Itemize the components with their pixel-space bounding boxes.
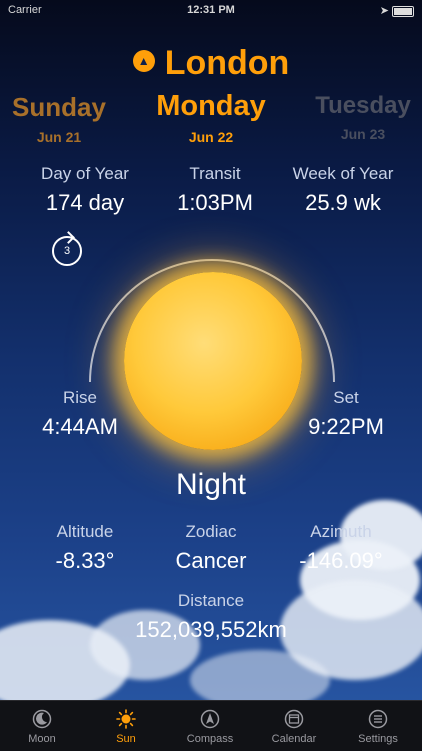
day-name: Tuesday (315, 92, 411, 119)
stat-label: Set (333, 388, 359, 407)
day-current[interactable]: Monday Jun 22 (136, 90, 286, 145)
calendar-icon (284, 709, 304, 729)
settings-icon (368, 709, 388, 729)
clock: 12:31 PM (187, 4, 235, 16)
location-arrow-icon: ▲ (132, 50, 155, 73)
moon-icon (32, 709, 52, 729)
stat-week-of-year: Week of Year 25.9 wk (268, 164, 418, 216)
stat-label: Azimuth (310, 522, 372, 541)
stat-set: Set 9:22PM (276, 388, 416, 440)
stat-value: 9:22PM (308, 414, 384, 439)
stat-label: Zodiac (185, 522, 237, 541)
tab-calendar[interactable]: Calendar (252, 701, 336, 751)
city-name: London (164, 44, 290, 82)
tab-label: Settings (358, 733, 398, 745)
reset-label: 3 (63, 245, 71, 257)
stat-label: Day of Year (41, 164, 129, 183)
day-next[interactable]: Tuesday Jun 23 (304, 92, 422, 142)
day-name: Monday (156, 90, 266, 122)
stat-value: 25.9 wk (305, 190, 381, 215)
city-header[interactable]: ▲ London (0, 44, 422, 83)
tab-label: Compass (186, 733, 234, 745)
day-date: Jun 23 (340, 126, 386, 142)
stat-value: -146.09° (299, 548, 383, 573)
reset-button[interactable]: 3 (52, 236, 82, 266)
status-right: ➤ (380, 4, 414, 17)
compass-icon (200, 709, 220, 729)
tab-label: Calendar (271, 733, 317, 745)
location-status-icon: ➤ (379, 5, 389, 17)
tab-moon[interactable]: Moon (0, 701, 84, 751)
day-previous[interactable]: Sunday Jun 21 (0, 92, 118, 145)
stat-label: Distance (177, 591, 245, 610)
day-date: Jun 22 (188, 129, 234, 145)
stat-value: 152,039,552km (135, 617, 287, 642)
stat-value: Cancer (175, 548, 247, 573)
tab-label: Moon (28, 733, 56, 745)
battery-icon (392, 5, 414, 17)
sun-icon (116, 709, 136, 729)
day-date: Jun 21 (36, 129, 82, 145)
stat-value: 174 day (45, 190, 125, 215)
stat-value: 4:44AM (42, 414, 118, 439)
tab-sun[interactable]: Sun (84, 701, 168, 751)
stat-zodiac: Zodiac Cancer (136, 522, 286, 574)
stat-label: Week of Year (292, 164, 394, 183)
stat-azimuth: Azimuth -146.09° (266, 522, 416, 574)
tab-compass[interactable]: Compass (168, 701, 252, 751)
stat-day-of-year: Day of Year 174 day (10, 164, 160, 216)
status-bar: Carrier 12:31 PM ➤ (0, 0, 422, 20)
tab-bar: Moon Sun Compass Calendar Settings (0, 700, 422, 751)
sun-phase: Night (175, 468, 247, 501)
day-name: Sunday (12, 92, 106, 122)
stat-label: Rise (62, 388, 97, 407)
tab-settings[interactable]: Settings (336, 701, 420, 751)
stat-distance: Distance 152,039,552km (111, 591, 311, 643)
tab-label: Sun (116, 733, 136, 745)
stat-rise: Rise 4:44AM (10, 388, 150, 440)
